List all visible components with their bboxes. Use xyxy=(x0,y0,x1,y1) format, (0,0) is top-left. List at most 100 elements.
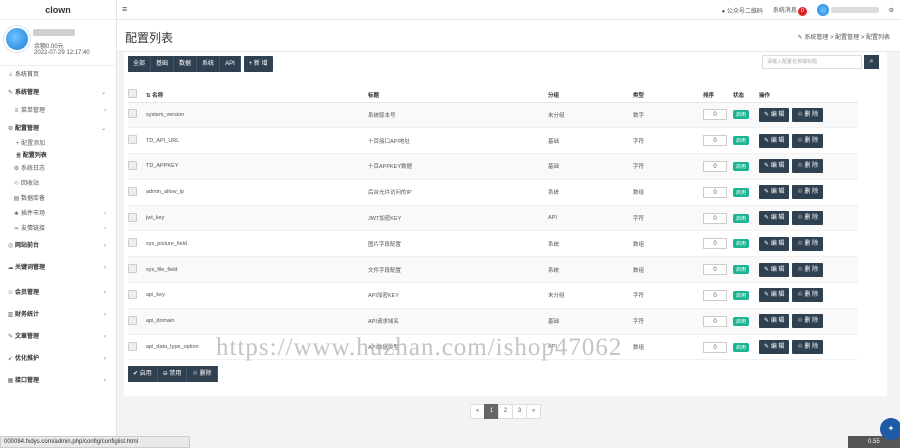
sort-input[interactable]: 0 xyxy=(703,264,727,276)
sort-input[interactable]: 0 xyxy=(703,186,727,198)
row-checkbox[interactable] xyxy=(128,289,137,299)
page-3[interactable]: 3 xyxy=(512,404,527,419)
sidebar-item-system[interactable]: ✎ 系统管理 ⌄ xyxy=(0,84,116,102)
delete-button[interactable]: ♲ 删 除 xyxy=(792,340,824,355)
delete-button[interactable]: ♲ 删 除 xyxy=(792,133,824,148)
search-input[interactable]: 请输入配置名称或标题 xyxy=(762,55,862,69)
sidebar-item-recycle[interactable]: ♲ 回收站 xyxy=(0,177,116,192)
sort-input[interactable]: 0 xyxy=(703,135,727,147)
sidebar-item-config[interactable]: ⚙ 配置管理 ⌄ xyxy=(0,120,116,138)
search-button[interactable]: ⌕ xyxy=(864,55,879,69)
bulk-delete-button[interactable]: ♲ 删除 xyxy=(187,366,218,382)
filter-all-button[interactable]: 全部 xyxy=(128,56,152,72)
delete-button[interactable]: ♲ 删 除 xyxy=(792,107,824,122)
edit-button[interactable]: ✎ 编 辑 xyxy=(759,107,790,122)
status-badge[interactable]: 启用 xyxy=(733,290,750,300)
delete-button[interactable]: ♲ 删 除 xyxy=(792,314,824,329)
row-checkbox[interactable] xyxy=(128,341,137,351)
sort-input[interactable]: 0 xyxy=(703,109,727,121)
sidebar-item-menu[interactable]: ≡ 菜单管理 ‹ xyxy=(0,102,116,120)
delete-button[interactable]: ♲ 删 除 xyxy=(792,236,824,251)
api-icon: ▦ xyxy=(7,378,14,384)
row-checkbox[interactable] xyxy=(128,135,137,145)
delete-button[interactable]: ♲ 删 除 xyxy=(792,288,824,303)
sort-input[interactable]: 0 xyxy=(703,212,727,224)
sidebar-item-config-list[interactable]: ≣ 配置列表 xyxy=(0,150,116,162)
avatar[interactable] xyxy=(4,26,30,52)
edit-button[interactable]: ✎ 编 辑 xyxy=(759,133,790,148)
delete-button[interactable]: ♲ 删 除 xyxy=(792,185,824,200)
sidebar-item-articles[interactable]: ✎ 文章管理 ‹ xyxy=(0,326,116,348)
sort-input[interactable]: 0 xyxy=(703,289,727,301)
edit-button[interactable]: ✎ 编 辑 xyxy=(759,236,790,251)
status-badge[interactable]: 启用 xyxy=(733,110,750,120)
qrcode-link[interactable]: ● 公众号二维码 xyxy=(722,6,763,15)
sort-input[interactable]: 0 xyxy=(703,341,727,353)
filter-api-button[interactable]: API xyxy=(220,56,241,72)
filter-system-button[interactable]: 系统 xyxy=(197,56,221,72)
sidebar-item-home[interactable]: ⌂ 系统首页 xyxy=(0,66,116,84)
page-1[interactable]: 1 xyxy=(484,404,499,419)
sidebar-item-finance[interactable]: ▥ 财务统计 ‹ xyxy=(0,304,116,326)
status-badge[interactable]: 启用 xyxy=(733,136,750,146)
sort-input[interactable]: 0 xyxy=(703,238,727,250)
sidebar-item-api[interactable]: ▦ 接口管理 ‹ xyxy=(0,370,116,392)
brand-logo[interactable]: clown xyxy=(0,0,116,20)
delete-button[interactable]: ♲ 删 除 xyxy=(792,262,824,277)
status-badge[interactable]: 启用 xyxy=(733,265,750,275)
db-icon: ▤ xyxy=(13,196,20,202)
sort-input[interactable]: 0 xyxy=(703,315,727,327)
row-checkbox[interactable] xyxy=(128,238,137,248)
delete-button[interactable]: ♲ 删 除 xyxy=(792,159,824,174)
sidebar-item-members[interactable]: ☺会员管理 ‹ xyxy=(0,282,116,304)
sidebar-item-links[interactable]: ∞ 友情链接 ‹ xyxy=(0,222,116,237)
add-config-button[interactable]: + 新 增 xyxy=(243,56,273,72)
page-prev[interactable]: « xyxy=(470,404,485,419)
bulk-enable-button[interactable]: ✔ 启用 xyxy=(128,366,158,382)
status-badge[interactable]: 启用 xyxy=(733,161,750,171)
sidebar-item-plugins[interactable]: ♣ 插件市场 ‹ xyxy=(0,207,116,222)
sidebar-item-frontend[interactable]: ◎ 网站前台 ‹ xyxy=(0,237,116,255)
edit-button[interactable]: ✎ 编 辑 xyxy=(759,288,790,303)
edit-button[interactable]: ✎ 编 辑 xyxy=(759,211,790,226)
floating-action-icon[interactable]: ✦ xyxy=(880,418,900,440)
edit-button[interactable]: ✎ 编 辑 xyxy=(759,340,790,355)
bulk-disable-button[interactable]: ⊖ 禁用 xyxy=(157,366,188,382)
select-all-checkbox[interactable] xyxy=(128,89,137,99)
row-checkbox[interactable] xyxy=(128,264,137,274)
edit-button[interactable]: ✎ 编 辑 xyxy=(759,185,790,200)
user-menu[interactable] xyxy=(816,4,879,16)
rocket-icon: ➹ xyxy=(7,356,14,362)
filter-data-button[interactable]: 数据 xyxy=(174,56,198,72)
edit-button[interactable]: ✎ 编 辑 xyxy=(759,262,790,277)
sort-input[interactable]: 0 xyxy=(703,160,727,172)
row-checkbox[interactable] xyxy=(128,186,137,196)
status-badge[interactable]: 启用 xyxy=(733,342,750,352)
status-badge[interactable]: 启用 xyxy=(733,213,750,223)
status-badge[interactable]: 启用 xyxy=(733,239,750,249)
select-all-checkbox-cell xyxy=(128,88,146,103)
sidebar-item-backup[interactable]: ▤ 数据库备 xyxy=(0,192,116,207)
delete-button[interactable]: ♲ 删 除 xyxy=(792,211,824,226)
status-badge[interactable]: 启用 xyxy=(733,316,750,326)
row-checkbox[interactable] xyxy=(128,160,137,170)
login-date: 2022-07-29 12:17:40 xyxy=(34,50,90,56)
sidebar-item-seo[interactable]: ➹ 优化推护 ‹ xyxy=(0,348,116,370)
sidebar-item-logs[interactable]: ⚙ 系统日志 xyxy=(0,162,116,177)
sidebar-item-config-add[interactable]: + 配置添加 xyxy=(0,138,116,150)
menu-toggle-icon[interactable]: ≡ xyxy=(122,4,127,14)
sidebar-item-keywords[interactable]: ☁ 关键词管理 ‹ xyxy=(0,255,116,282)
col-name[interactable]: ⇅ 名称 xyxy=(146,88,368,103)
row-checkbox[interactable] xyxy=(128,109,137,119)
status-badge[interactable]: 启用 xyxy=(733,187,750,197)
page-2[interactable]: 2 xyxy=(498,404,513,419)
row-checkbox[interactable] xyxy=(128,212,137,222)
page-next[interactable]: » xyxy=(526,404,541,419)
edit-button[interactable]: ✎ 编 辑 xyxy=(759,159,790,174)
row-checkbox[interactable] xyxy=(128,315,137,325)
edit-button[interactable]: ✎ 编 辑 xyxy=(759,314,790,329)
filter-basic-button[interactable]: 基础 xyxy=(151,56,175,72)
settings-icon[interactable]: ⚙ xyxy=(889,7,894,14)
edit-icon: ✎ xyxy=(764,318,771,325)
messages-link[interactable]: 系统消息 0 xyxy=(773,5,807,16)
